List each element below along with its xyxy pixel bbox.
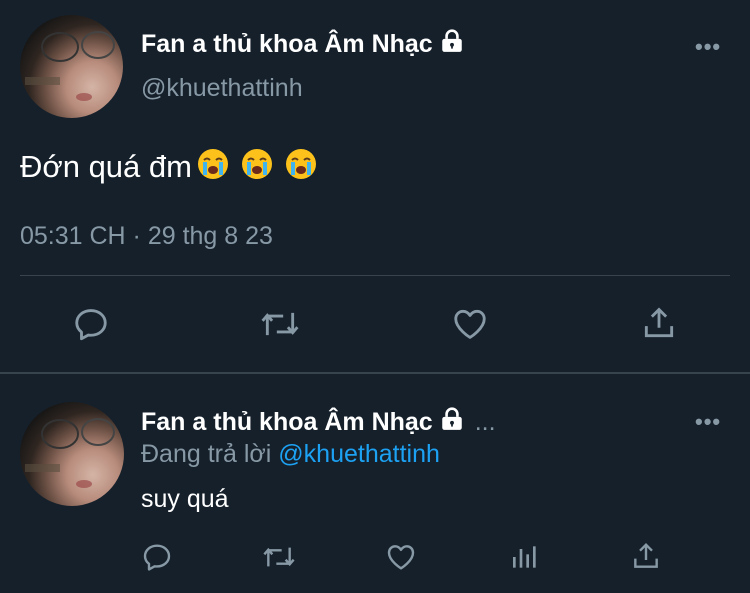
tweet-text-content: Đớn quá đm [20,149,192,184]
section-separator [0,372,750,374]
like-icon[interactable] [451,305,489,343]
handle[interactable]: @khuethattinh [141,74,303,103]
analytics-icon[interactable] [509,541,541,573]
reply-display-name-text: Fan a thủ khoa Âm Nhạc [141,407,433,436]
loudly-crying-face-icon [240,147,274,189]
reply-text: suy quá [141,485,229,513]
lock-icon [439,28,465,61]
reply-display-name[interactable]: Fan a thủ khoa Âm Nhạc ... [141,404,496,440]
share-icon[interactable] [630,540,662,572]
tweet-text: Đớn quá đm [20,147,318,189]
reply-icon[interactable] [141,541,173,573]
replying-prefix: Đang trả lời [141,440,272,468]
avatar[interactable] [20,15,123,118]
more-icon[interactable]: ••• [695,36,721,58]
reply-icon[interactable] [72,305,110,343]
like-icon[interactable] [385,541,417,573]
lock-icon [439,406,465,439]
replying-to: Đang trả lời @khuethattinh [141,440,440,469]
timestamp[interactable]: 05:31 CH · 29 thg 8 23 [20,222,273,251]
divider [20,275,730,276]
reply-more-icon[interactable]: ••• [695,411,721,433]
loudly-crying-face-icon [284,147,318,189]
display-name-text: Fan a thủ khoa Âm Nhạc [141,29,433,58]
share-icon[interactable] [640,304,678,342]
reply-avatar[interactable] [20,402,124,506]
loudly-crying-face-icon [196,147,230,189]
name-truncation: ... [474,407,496,436]
replying-to-link[interactable]: @khuethattinh [278,440,440,468]
retweet-icon[interactable] [260,541,298,573]
retweet-icon[interactable] [259,305,301,343]
display-name[interactable]: Fan a thủ khoa Âm Nhạc [141,26,465,62]
